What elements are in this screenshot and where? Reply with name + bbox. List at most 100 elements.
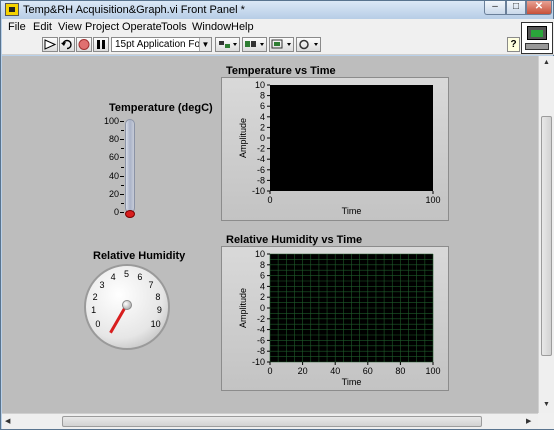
thermometer-bulb [125, 210, 135, 218]
humidity-graph-title: Relative Humidity vs Time [226, 234, 363, 246]
gauge-scale-label: 0 [95, 318, 101, 329]
menu-edit[interactable]: Edit [33, 21, 52, 33]
labview-vi-icon [5, 3, 19, 16]
horizontal-scroll-thumb[interactable] [62, 416, 482, 427]
y-tick-label: 4 [260, 281, 265, 291]
stop-icon [78, 39, 90, 50]
temperature-tick-label: 40 [108, 170, 119, 181]
y-tick-label: -4 [257, 325, 265, 335]
x-tick-label: 20 [298, 366, 308, 376]
run-continuously-button[interactable] [59, 37, 75, 52]
gauge-scale-label: 2 [92, 291, 98, 302]
align-objects-icon [219, 41, 237, 48]
y-tick-label: -2 [257, 314, 265, 324]
y-tick-label: 0 [260, 133, 265, 143]
vertical-scroll-thumb[interactable] [541, 116, 552, 356]
align-objects-button[interactable] [215, 37, 240, 52]
resize-objects-button[interactable] [269, 37, 294, 52]
y-tick-label: 10 [255, 80, 265, 90]
maximize-button[interactable]: □ [506, 1, 526, 15]
run-continuously-icon [61, 39, 72, 50]
distribute-objects-icon [245, 41, 264, 47]
y-axis-title: Amplitude [238, 288, 248, 328]
y-tick-label: -10 [252, 357, 265, 367]
temperature-minor-tick [121, 130, 124, 132]
menu-operate[interactable]: Operate [122, 21, 162, 33]
menu-bar: File Edit View Project Operate Tools Win… [2, 19, 554, 35]
abort-button[interactable] [76, 37, 92, 52]
y-tick-label: -6 [257, 165, 265, 175]
resize-objects-icon [271, 39, 291, 49]
menu-tools[interactable]: Tools [161, 21, 187, 33]
y-tick-label: -8 [257, 175, 265, 185]
gauge-scale-label: 1 [91, 305, 97, 316]
context-help-button[interactable]: ? [507, 37, 520, 52]
close-button[interactable]: ✕ [526, 1, 552, 15]
x-tick-label: 40 [330, 366, 340, 376]
x-tick-label: 100 [425, 366, 440, 376]
x-tick-label: 0 [267, 195, 272, 205]
gauge-scale-label: 10 [150, 318, 161, 329]
menu-help[interactable]: Help [231, 21, 254, 33]
temperature-tick-mark [120, 121, 124, 122]
scroll-up-arrow-icon[interactable]: ▲ [543, 59, 550, 66]
pause-button[interactable] [93, 37, 109, 52]
scroll-down-arrow-icon[interactable]: ▼ [543, 401, 550, 408]
dropdown-arrow-icon: ▼ [199, 38, 211, 51]
run-arrow-icon [44, 39, 57, 50]
horizontal-scrollbar[interactable]: ◀ ▶ [2, 413, 538, 429]
distribute-objects-button[interactable] [242, 37, 267, 52]
title-bar[interactable]: Temp&RH Acquisition&Graph.vi Front Panel… [1, 1, 553, 19]
scroll-right-arrow-icon[interactable]: ▶ [526, 417, 531, 425]
y-axis-title: Amplitude [238, 118, 248, 158]
humidity-label: Relative Humidity [93, 250, 186, 262]
humidity-graph-plot: 1086420-2-4-6-8-100 20 40 60 80 100TimeAmplit… [238, 249, 441, 387]
resize-grip[interactable] [538, 413, 554, 429]
menu-view[interactable]: View [58, 21, 82, 33]
temperature-thermometer [125, 119, 135, 213]
menu-window[interactable]: Window [192, 21, 231, 33]
y-tick-label: 2 [260, 292, 265, 302]
run-button[interactable] [42, 37, 58, 52]
menu-file[interactable]: File [8, 21, 26, 33]
temperature-tick-mark [120, 212, 124, 213]
gauge-scale-label: 5 [124, 269, 130, 279]
keyboard-icon [525, 43, 549, 50]
gauge-scale-label: 4 [110, 271, 116, 282]
y-tick-label: -8 [257, 346, 265, 356]
y-tick-label: 2 [260, 122, 265, 132]
y-tick-label: 8 [260, 91, 265, 101]
x-tick-label: 0 [267, 366, 272, 376]
y-tick-label: -6 [257, 335, 265, 345]
temperature-tick-label: 60 [108, 152, 119, 163]
menu-project[interactable]: Project [85, 21, 119, 33]
reorder-icon [299, 39, 318, 50]
temperature-tick-label: 80 [108, 134, 119, 145]
x-tick-label: 100 [425, 195, 440, 205]
y-tick-label: 8 [260, 260, 265, 270]
temperature-minor-tick [121, 184, 124, 186]
temperature-tick-label: 20 [108, 188, 119, 199]
scroll-left-arrow-icon[interactable]: ◀ [5, 417, 10, 425]
minimize-button[interactable]: – [484, 1, 506, 15]
temperature-tick-mark [120, 157, 124, 159]
font-select[interactable]: 15pt Application Font ▼ [111, 37, 212, 52]
temperature-graph-title: Temperature vs Time [226, 65, 336, 77]
temperature-minor-tick [121, 166, 124, 168]
gauge-scale-label: 9 [156, 305, 162, 316]
temperature-tick-label: 0 [113, 207, 119, 217]
vi-connector-icon[interactable] [521, 22, 553, 54]
x-axis-title: Time [342, 206, 362, 216]
y-tick-label: -4 [257, 154, 265, 164]
reorder-button[interactable] [296, 37, 321, 52]
x-axis-title: Time [342, 377, 362, 387]
y-tick-label: 10 [255, 249, 265, 259]
y-tick-label: -10 [252, 186, 265, 196]
font-select-value: 15pt Application Font [115, 39, 209, 50]
monitor-icon [527, 26, 547, 40]
gauge-hub [122, 300, 132, 310]
window-title: Temp&RH Acquisition&Graph.vi Front Panel… [23, 4, 245, 16]
gauge-scale-label: 7 [148, 279, 154, 290]
gauge-scale-label: 6 [137, 271, 143, 282]
vertical-scrollbar[interactable]: ▲ ▼ [538, 56, 554, 413]
